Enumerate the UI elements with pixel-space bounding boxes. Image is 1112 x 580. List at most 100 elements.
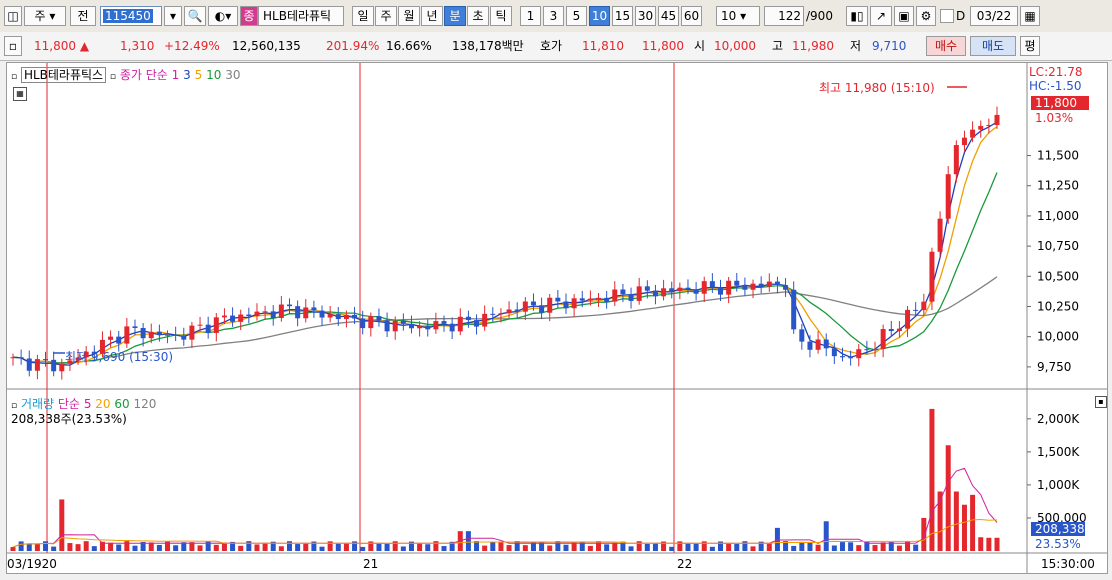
save-icon[interactable]: ▣ (894, 6, 914, 26)
candle-body (612, 289, 618, 302)
period-tab[interactable]: 월 (398, 6, 420, 26)
panel-close-icon[interactable]: ▪ (1095, 396, 1107, 408)
stock-code-input[interactable]: 115450 (100, 6, 162, 26)
interval-tab[interactable]: 30 (635, 6, 656, 26)
volume-bar (197, 545, 203, 551)
volume-bar (343, 543, 349, 551)
candle-body (774, 281, 780, 286)
volume-bar (921, 517, 927, 551)
legend-box-icon[interactable]: ▫ (11, 72, 17, 82)
gear-icon[interactable]: ⚙ (916, 6, 936, 26)
candle-type-icon[interactable]: ▮▯ (846, 6, 868, 26)
low-label: 저 (850, 39, 862, 53)
volume-legend-name[interactable]: 거래량 (21, 397, 54, 411)
trade-amount: 138,178백만 (452, 39, 524, 53)
volume-ratio: 201.94% (326, 39, 380, 53)
interval-tab[interactable]: 10 (589, 6, 610, 26)
volume-bar (994, 537, 1000, 551)
high-label: 고 (772, 39, 784, 53)
volume-bar (596, 541, 602, 551)
volume-tick-label: 2,000K (1037, 412, 1080, 426)
volume-bar (43, 541, 49, 551)
interval-tab[interactable]: 1 (520, 6, 541, 26)
candle-body (596, 297, 602, 299)
volume-bar (848, 542, 854, 551)
bar-count-input[interactable]: 122 (764, 6, 804, 26)
eval-button[interactable]: 평 (1020, 36, 1040, 56)
quote-bar: ▫ 11,800 ▲ 1,310 +12.49% 12,560,135 201.… (0, 32, 1112, 61)
candle-body (514, 309, 520, 312)
candle-body (238, 314, 244, 322)
volume-bar (278, 546, 284, 551)
candle-body (880, 329, 886, 349)
chart-area[interactable]: 11,500 11,250 11,000 10,750 10,500 10,250 10,0… (6, 62, 1108, 574)
sell-button[interactable]: 매도 (970, 36, 1016, 56)
candle-body (490, 313, 496, 315)
volume-bar (360, 546, 366, 551)
period-tab[interactable]: 틱 (490, 6, 512, 26)
price-tick-label: 11,000 (1037, 209, 1079, 223)
volume-bar (75, 544, 81, 551)
candle-body (929, 251, 935, 302)
expand-icon[interactable]: ▫ (4, 36, 22, 56)
candle-body (579, 298, 585, 301)
price-legend-name[interactable]: HLB테라퓨틱스 (20, 67, 107, 83)
market-select[interactable]: 주 ▾ (24, 6, 66, 26)
volume-bar (156, 544, 162, 551)
legend-box-icon[interactable]: ▫ (110, 72, 116, 82)
bid-price: 11,800 (642, 39, 684, 53)
line-tool-icon[interactable]: ↗ (870, 6, 892, 26)
candle-body (18, 357, 24, 359)
volume-bar (246, 541, 252, 551)
candle-body (124, 326, 130, 344)
date-checkbox[interactable] (940, 9, 954, 23)
grid-toggle-icon[interactable]: ▦ (13, 87, 27, 101)
candle-body (286, 304, 292, 307)
date-input[interactable]: 03/22 (970, 6, 1018, 26)
candle-body (652, 290, 658, 297)
volume-bar (644, 543, 650, 551)
period-tab[interactable]: 분 (444, 6, 466, 26)
volume-bar (612, 542, 618, 551)
candle-body (335, 314, 341, 320)
candle-body (26, 358, 32, 371)
period-tab[interactable]: 주 (375, 6, 397, 26)
volume-bar (213, 544, 219, 551)
price-tick-label: 11,250 (1037, 179, 1079, 193)
search-icon[interactable]: 🔍 (184, 6, 206, 26)
volume-bar (425, 544, 431, 551)
volume-bar (709, 546, 715, 551)
candle-body (970, 129, 976, 138)
interval-tab[interactable]: 5 (566, 6, 587, 26)
period-tab[interactable]: 초 (467, 6, 489, 26)
candle-body (620, 289, 626, 295)
prev-button[interactable]: 전 (70, 6, 96, 26)
volume-bar (986, 537, 992, 551)
volume-ma5-line (12, 467, 998, 548)
sound-icon[interactable]: ◐▾ (208, 6, 238, 26)
window-menu-icon[interactable]: ◫ (4, 6, 22, 26)
candle-body (807, 341, 813, 350)
interval-tab[interactable]: 45 (658, 6, 679, 26)
price-volume-chart[interactable]: 11,500 11,250 11,000 10,750 10,500 10,250 10,0… (7, 63, 1107, 573)
volume-bar (441, 546, 447, 551)
candle-body (441, 321, 447, 324)
interval-tab[interactable]: 15 (612, 6, 633, 26)
code-dropdown-icon[interactable]: ▾ (164, 6, 182, 26)
candle-body (961, 137, 967, 146)
interval-tab[interactable]: 3 (543, 6, 564, 26)
period-tab[interactable]: 년 (421, 6, 443, 26)
calendar-icon[interactable]: ▦ (1020, 6, 1040, 26)
candle-body (254, 311, 260, 317)
volume-tick-label: 1,500K (1037, 445, 1080, 459)
candle-body (539, 305, 545, 313)
buy-button[interactable]: 매수 (926, 36, 966, 56)
open-price: 10,000 (714, 39, 756, 53)
volume-bar (303, 543, 309, 551)
volume-bar (978, 537, 984, 551)
interval-tab[interactable]: 60 (681, 6, 702, 26)
low-annotation: 최저 9,690 (15:30) (65, 350, 174, 364)
volume-bar (482, 545, 488, 551)
interval-select[interactable]: 10 ▾ (716, 6, 760, 26)
period-tab[interactable]: 일 (352, 6, 374, 26)
